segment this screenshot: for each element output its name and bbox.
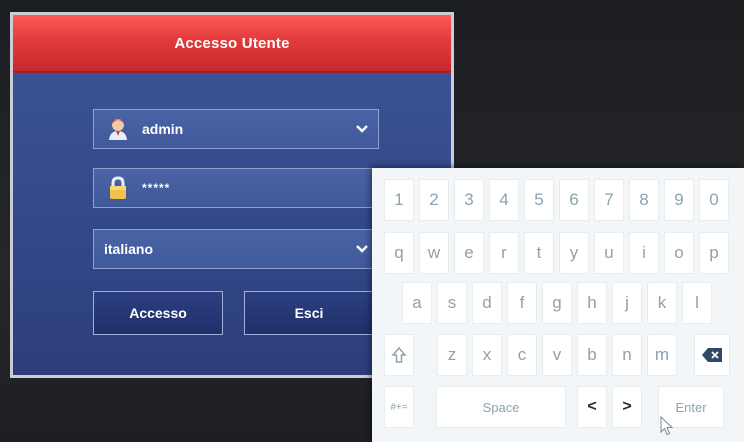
key-r[interactable]: r — [489, 232, 519, 274]
language-value: italiano — [104, 241, 154, 257]
key-d[interactable]: d — [472, 282, 502, 324]
key-t[interactable]: t — [524, 232, 554, 274]
left-arrow-key[interactable]: < — [577, 386, 607, 428]
key-6[interactable]: 6 — [559, 179, 589, 221]
chevron-down-icon — [352, 119, 372, 139]
key-5[interactable]: 5 — [524, 179, 554, 221]
mouse-pointer-icon — [660, 415, 674, 436]
key-v[interactable]: v — [542, 334, 572, 376]
key-i[interactable]: i — [629, 232, 659, 274]
key-c[interactable]: c — [507, 334, 537, 376]
user-avatar-icon — [106, 117, 130, 141]
lock-icon — [106, 176, 130, 200]
key-3[interactable]: 3 — [454, 179, 484, 221]
key-4[interactable]: 4 — [489, 179, 519, 221]
key-0[interactable]: 0 — [699, 179, 729, 221]
key-n[interactable]: n — [612, 334, 642, 376]
key-a[interactable]: a — [402, 282, 432, 324]
space-key[interactable]: Space — [436, 386, 566, 428]
chevron-down-icon — [352, 239, 372, 259]
exit-button[interactable]: Esci — [244, 291, 374, 335]
key-9[interactable]: 9 — [664, 179, 694, 221]
key-7[interactable]: 7 — [594, 179, 624, 221]
screen: Accesso Utente admin ***** italiano Acce… — [0, 0, 744, 442]
virtual-keyboard: 1 2 3 4 5 6 7 8 9 0 q w e r t y u i o p … — [372, 168, 744, 442]
key-q[interactable]: q — [384, 232, 414, 274]
key-f[interactable]: f — [507, 282, 537, 324]
key-m[interactable]: m — [647, 334, 677, 376]
key-z[interactable]: z — [437, 334, 467, 376]
dialog-title: Accesso Utente — [174, 34, 290, 52]
shift-icon — [391, 346, 407, 364]
key-l[interactable]: l — [682, 282, 712, 324]
key-w[interactable]: w — [419, 232, 449, 274]
language-select[interactable]: italiano — [93, 229, 379, 269]
key-8[interactable]: 8 — [629, 179, 659, 221]
key-y[interactable]: y — [559, 232, 589, 274]
right-arrow-key[interactable]: > — [612, 386, 642, 428]
key-o[interactable]: o — [664, 232, 694, 274]
key-e[interactable]: e — [454, 232, 484, 274]
key-s[interactable]: s — [437, 282, 467, 324]
dialog-header: Accesso Utente — [13, 15, 451, 73]
symbols-key[interactable]: #+= — [384, 386, 414, 428]
shift-key[interactable] — [384, 334, 414, 376]
key-k[interactable]: k — [647, 282, 677, 324]
username-value: admin — [142, 121, 184, 137]
key-h[interactable]: h — [577, 282, 607, 324]
backspace-icon — [702, 348, 722, 362]
key-2[interactable]: 2 — [419, 179, 449, 221]
username-select[interactable]: admin — [93, 109, 379, 149]
key-u[interactable]: u — [594, 232, 624, 274]
login-button[interactable]: Accesso — [93, 291, 223, 335]
key-j[interactable]: j — [612, 282, 642, 324]
key-b[interactable]: b — [577, 334, 607, 376]
password-value: ***** — [142, 181, 171, 195]
key-x[interactable]: x — [472, 334, 502, 376]
key-1[interactable]: 1 — [384, 179, 414, 221]
key-g[interactable]: g — [542, 282, 572, 324]
password-field[interactable]: ***** — [93, 168, 379, 208]
backspace-key[interactable] — [694, 334, 730, 376]
key-p[interactable]: p — [699, 232, 729, 274]
